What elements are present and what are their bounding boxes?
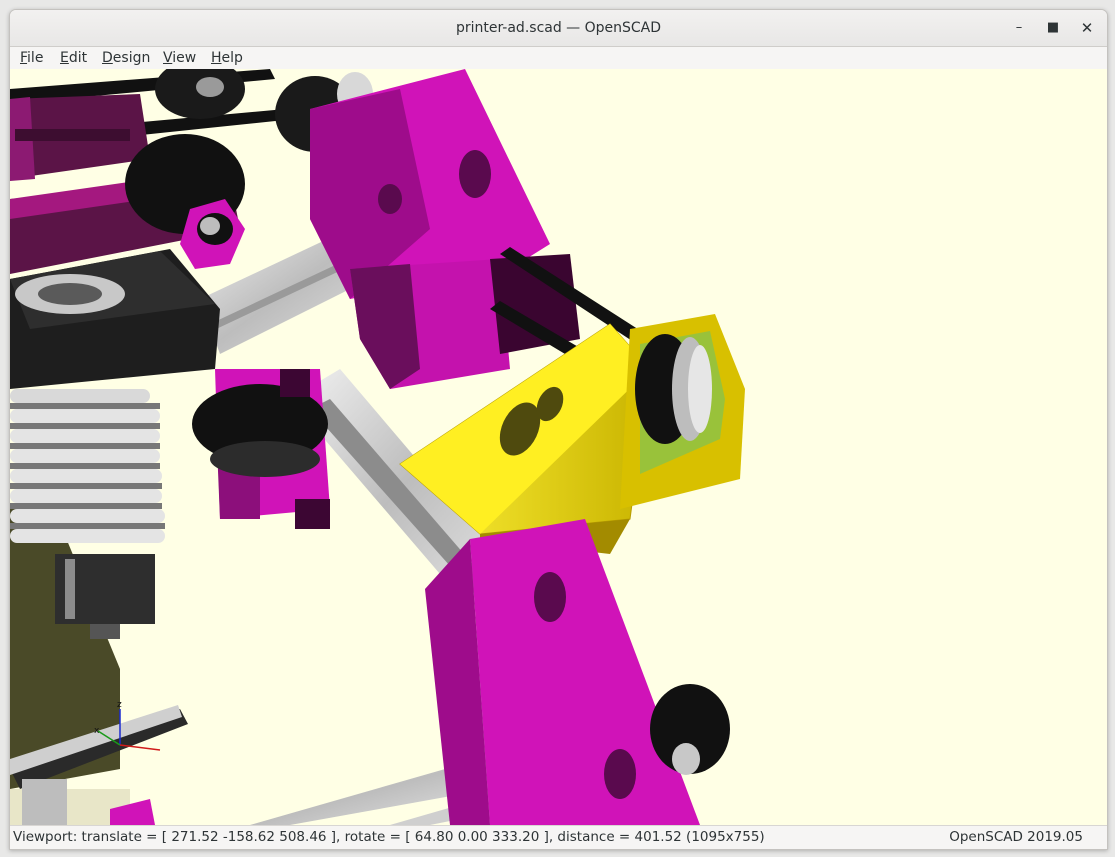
menu-view[interactable]: View <box>163 47 196 69</box>
duct-screw-2 <box>295 499 330 529</box>
magenta-block-middle-dark <box>350 264 420 389</box>
axis-x-label: x <box>94 726 100 736</box>
menu-edit-mnemonic: E <box>60 50 69 66</box>
top-pulley-1-hub <box>196 77 224 97</box>
openscad-window: printer-ad.scad — OpenSCAD – ■ ✕ File Ed… <box>9 9 1108 850</box>
menu-design[interactable]: Design <box>102 47 150 69</box>
menu-file-mnemonic: F <box>20 50 28 66</box>
heatsink-fins <box>10 389 165 543</box>
title-bar[interactable]: printer-ad.scad — OpenSCAD – ■ ✕ <box>10 10 1107 47</box>
idler-bearing-right-inner <box>688 345 712 433</box>
3d-viewport[interactable]: z x <box>10 69 1107 825</box>
menu-bar: File Edit Design View Help <box>10 47 1107 69</box>
heater-block-face <box>65 559 75 619</box>
base-post <box>22 779 67 825</box>
menu-help-label: elp <box>221 50 243 66</box>
bolt-hole-2 <box>378 184 402 214</box>
maximize-icon[interactable]: ■ <box>1041 16 1065 40</box>
menu-design-mnemonic: D <box>102 50 113 66</box>
idler-nut-bolt-head <box>200 217 220 235</box>
arm-hole-2 <box>604 749 636 799</box>
wheel-bottom-right-hub <box>672 743 700 775</box>
magenta-arm-lower <box>470 519 700 825</box>
version-label: OpenSCAD 2019.05 <box>949 829 1083 845</box>
menu-help[interactable]: Help <box>211 47 243 69</box>
fan-nozzle-rim <box>210 441 320 477</box>
minimize-icon[interactable]: – <box>1007 16 1031 40</box>
render-scene: z x <box>10 69 745 825</box>
window-title: printer-ad.scad — OpenSCAD <box>455 20 662 36</box>
carriage-teeth <box>15 129 130 141</box>
viewport-info: Viewport: translate = [ 271.52 -158.62 5… <box>13 829 765 845</box>
arm-hole-1 <box>534 572 566 622</box>
duct-screw-1 <box>280 369 310 397</box>
extruder-hole-inner <box>38 283 102 305</box>
menu-help-mnemonic: H <box>211 50 222 66</box>
close-icon[interactable]: ✕ <box>1075 16 1099 40</box>
menu-edit-label: dit <box>68 50 88 66</box>
nozzle <box>90 624 120 639</box>
menu-view-mnemonic: V <box>163 50 173 66</box>
menu-view-label: iew <box>172 50 197 66</box>
bolt-hole-1 <box>459 150 491 198</box>
menu-design-label: esign <box>112 50 151 66</box>
menu-edit[interactable]: Edit <box>60 47 87 69</box>
status-bar: Viewport: translate = [ 271.52 -158.62 5… <box>10 825 1107 849</box>
menu-file[interactable]: File <box>20 47 43 69</box>
top-pulley-1 <box>155 69 245 119</box>
menu-file-label: ile <box>27 50 44 66</box>
axis-z-label: z <box>117 700 122 710</box>
